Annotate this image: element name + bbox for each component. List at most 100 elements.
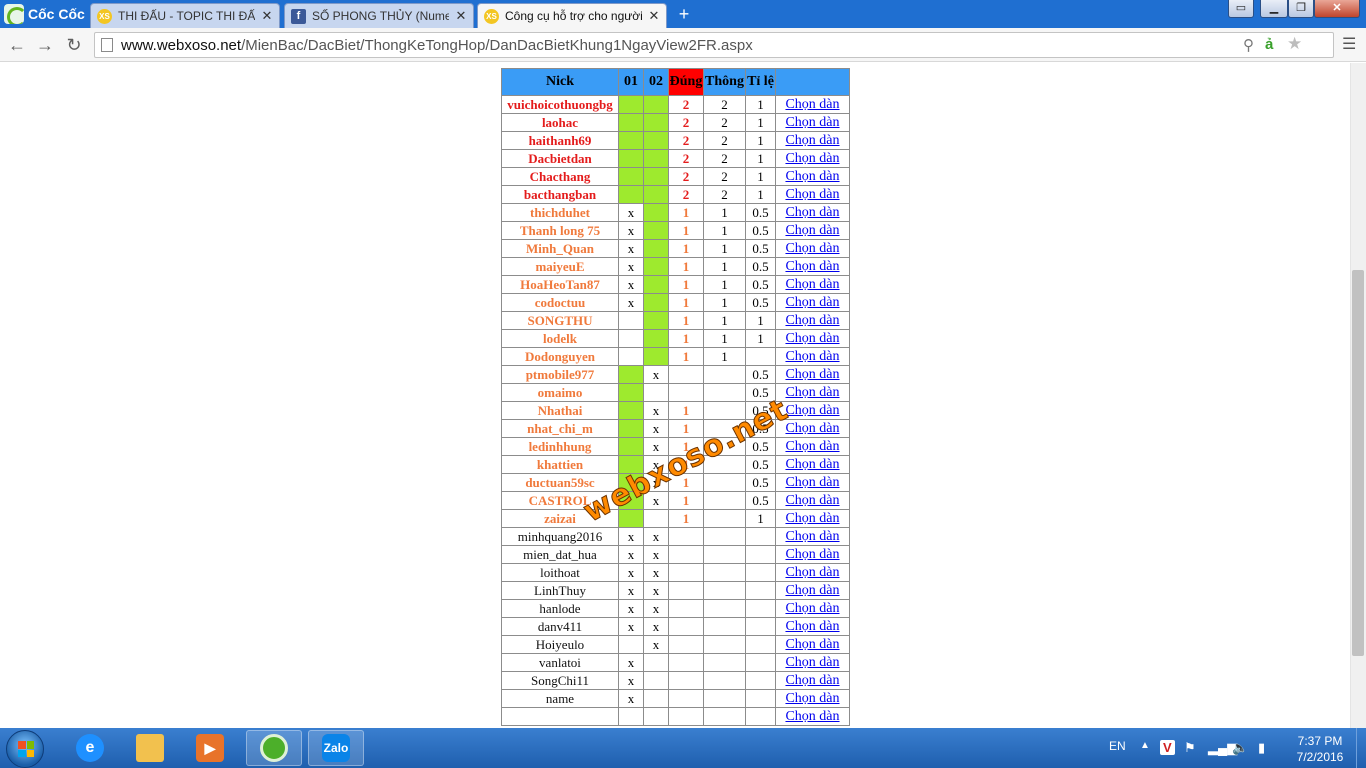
close-window-button[interactable]: ✕: [1314, 0, 1360, 18]
chon-dan-link[interactable]: Chọn dàn: [785, 187, 839, 202]
address-bar[interactable]: www.webxoso.net/MienBac/DacBiet/ThongKeT…: [94, 32, 1334, 58]
dung-cell: [668, 653, 704, 672]
chon-dan-link[interactable]: Chọn dàn: [785, 151, 839, 166]
language-indicator[interactable]: EN: [1109, 739, 1126, 753]
search-icon[interactable]: ⚲: [1243, 36, 1254, 54]
dung-cell: 1: [668, 473, 704, 492]
thong-cell: [703, 455, 746, 474]
action-center-flag-icon[interactable]: ⚑: [1184, 740, 1196, 756]
maximize-button[interactable]: ❐: [1288, 0, 1314, 18]
table-row: loithoat x x Chọn dàn: [501, 563, 850, 582]
chon-dan-link[interactable]: Chọn dàn: [785, 529, 839, 544]
tab-cong-cu[interactable]: XS Công cụ hỗ trợ cho người ✕: [477, 3, 667, 28]
chon-dan-link[interactable]: Chọn dàn: [785, 385, 839, 400]
coccoc-logo[interactable]: Cốc Cốc: [0, 0, 88, 28]
url-text[interactable]: www.webxoso.net/MienBac/DacBiet/ThongKeT…: [121, 37, 753, 54]
chon-dan-link[interactable]: Chọn dàn: [785, 511, 839, 526]
chon-dan-cell: Chọn dàn: [775, 473, 850, 492]
chon-dan-cell: Chọn dàn: [775, 203, 850, 222]
chon-dan-link[interactable]: Chọn dàn: [785, 133, 839, 148]
menu-icon[interactable]: ☰: [1342, 34, 1356, 54]
system-clock[interactable]: 7:37 PM 7/2/2016: [1290, 733, 1350, 765]
table-row: ptmobile977 x 0.5 Chọn dàn: [501, 365, 850, 384]
chon-dan-link[interactable]: Chọn dàn: [785, 547, 839, 562]
chon-dan-link[interactable]: Chọn dàn: [785, 475, 839, 490]
translate-icon[interactable]: ả: [1265, 36, 1273, 53]
tab-so-phong-thuy[interactable]: f SỐ PHONG THỦY (Numero ✕: [284, 3, 474, 28]
chon-dan-link[interactable]: Chọn dàn: [785, 493, 839, 508]
chon-dan-link[interactable]: Chọn dàn: [785, 583, 839, 598]
battery-icon[interactable]: ▮: [1258, 740, 1265, 756]
chon-dan-link[interactable]: Chọn dàn: [785, 115, 839, 130]
chon-dan-link[interactable]: Chọn dàn: [785, 223, 839, 238]
scrollbar-thumb[interactable]: [1352, 270, 1364, 656]
chon-dan-link[interactable]: Chọn dàn: [785, 241, 839, 256]
chon-dan-link[interactable]: Chọn dàn: [785, 673, 839, 688]
dung-cell: 1: [668, 203, 704, 222]
chon-dan-link[interactable]: Chọn dàn: [785, 367, 839, 382]
chon-dan-link[interactable]: Chọn dàn: [785, 457, 839, 472]
chon-dan-link[interactable]: Chọn dàn: [785, 691, 839, 706]
header-01: 01: [618, 68, 644, 96]
chon-dan-cell: Chọn dàn: [775, 635, 850, 654]
internet-explorer-icon[interactable]: e: [62, 730, 118, 766]
chon-dan-link[interactable]: Chọn dàn: [785, 259, 839, 274]
coccoc-browser-icon[interactable]: [246, 730, 302, 766]
tile-cell: [745, 527, 776, 546]
zalo-icon[interactable]: Zalo: [308, 730, 364, 766]
new-tab-button[interactable]: +: [674, 5, 694, 24]
chon-dan-cell: Chọn dàn: [775, 401, 850, 420]
tab-title: THI ĐẤU - TOPIC THI ĐẤU: [118, 9, 255, 23]
show-hidden-icons-icon[interactable]: ▲: [1140, 740, 1150, 751]
chon-dan-link[interactable]: Chọn dàn: [785, 565, 839, 580]
chon-dan-link[interactable]: Chọn dàn: [785, 277, 839, 292]
table-row: HoaHeoTan87 x 1 1 0.5 Chọn dàn: [501, 275, 850, 294]
chon-dan-link[interactable]: Chọn dàn: [785, 421, 839, 436]
chon-dan-link[interactable]: Chọn dàn: [785, 601, 839, 616]
chon-dan-link[interactable]: Chọn dàn: [785, 655, 839, 670]
chon-dan-cell: Chọn dàn: [775, 239, 850, 258]
dung-cell: [668, 527, 704, 546]
chon-dan-link[interactable]: Chọn dàn: [785, 295, 839, 310]
show-desktop-button[interactable]: [1356, 728, 1366, 768]
close-icon[interactable]: ✕: [261, 8, 273, 24]
forward-button[interactable]: →: [34, 34, 56, 56]
chon-dan-link[interactable]: Chọn dàn: [785, 709, 839, 724]
nick-cell: vanlatoi: [501, 653, 619, 672]
media-player-icon[interactable]: ▶: [182, 730, 238, 766]
table-row: mien_dat_hua x x Chọn dàn: [501, 545, 850, 564]
profile-button[interactable]: ▭: [1228, 0, 1254, 18]
chon-dan-link[interactable]: Chọn dàn: [785, 169, 839, 184]
chon-dan-cell: Chọn dàn: [775, 113, 850, 132]
start-button[interactable]: [6, 730, 44, 768]
nick-cell: laohac: [501, 113, 619, 132]
tab-thi-dau[interactable]: XS THI ĐẤU - TOPIC THI ĐẤU ✕: [90, 3, 280, 28]
chon-dan-link[interactable]: Chọn dàn: [785, 349, 839, 364]
file-explorer-icon[interactable]: [122, 730, 178, 766]
chon-dan-link[interactable]: Chọn dàn: [785, 205, 839, 220]
bookmark-star-icon[interactable]: ★: [1287, 34, 1302, 54]
nick-cell: zaizai: [501, 509, 619, 528]
facebook-icon: f: [291, 8, 306, 24]
thong-cell: [703, 383, 746, 402]
volume-icon[interactable]: 🔈: [1232, 740, 1248, 756]
dung-cell: [668, 671, 704, 690]
chon-dan-cell: Chọn dàn: [775, 437, 850, 456]
reload-button[interactable]: ↻: [63, 34, 85, 56]
col-02-cell: x: [643, 545, 669, 564]
close-icon[interactable]: ✕: [455, 8, 467, 24]
chon-dan-link[interactable]: Chọn dàn: [785, 313, 839, 328]
chon-dan-link[interactable]: Chọn dàn: [785, 403, 839, 418]
thong-cell: [703, 707, 746, 726]
chon-dan-link[interactable]: Chọn dàn: [785, 439, 839, 454]
close-icon[interactable]: ✕: [648, 8, 660, 24]
chon-dan-link[interactable]: Chọn dàn: [785, 331, 839, 346]
chon-dan-link[interactable]: Chọn dàn: [785, 619, 839, 634]
chon-dan-link[interactable]: Chọn dàn: [785, 97, 839, 112]
antivirus-icon[interactable]: V: [1160, 740, 1175, 755]
dung-cell: 1: [668, 311, 704, 330]
chon-dan-link[interactable]: Chọn dàn: [785, 637, 839, 652]
back-button[interactable]: ←: [6, 34, 28, 56]
minimize-button[interactable]: ▁: [1260, 0, 1288, 18]
nick-cell: mien_dat_hua: [501, 545, 619, 564]
